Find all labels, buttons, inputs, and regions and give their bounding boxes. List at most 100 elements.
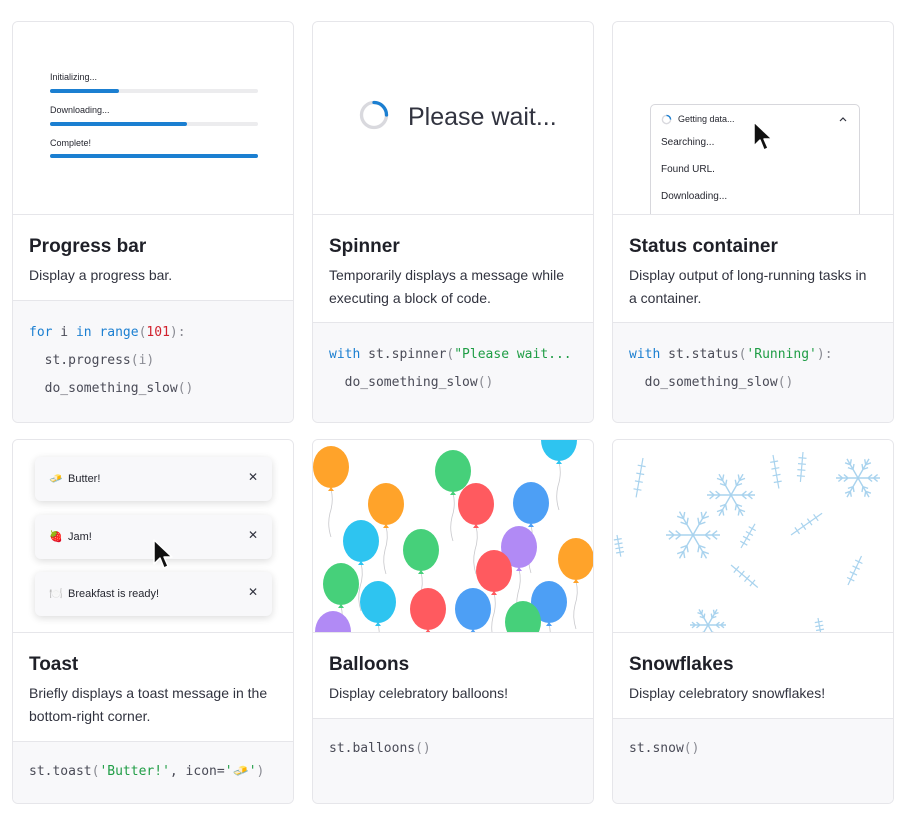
code-token: ): (816, 347, 833, 362)
code-token: "Please wait... (454, 347, 572, 362)
progress-track (50, 154, 258, 158)
snowflake-icon (666, 511, 720, 559)
progress-fill (50, 154, 258, 158)
progress-label: Downloading... (50, 105, 110, 115)
spinner-icon (359, 100, 389, 130)
snowflake-streak-icon (790, 512, 823, 536)
code-token: in (75, 325, 92, 340)
code-token: do_something_slow (29, 381, 178, 396)
status-header: Getting data... (678, 114, 735, 124)
balloon-string (450, 492, 455, 542)
balloon (410, 588, 446, 630)
butter-icon: 🧈 (49, 473, 63, 485)
code-token: st.progress (29, 353, 131, 368)
progress-label: Complete! (50, 138, 92, 148)
card-progress-bar[interactable]: Initializing... Downloading... Complete!… (12, 21, 294, 423)
toast-message: 🧈 Butter! ✕ (35, 457, 272, 501)
status-item: Searching... (661, 137, 715, 148)
card-title: Progress bar (29, 236, 147, 257)
code-token: , icon= (169, 764, 225, 779)
balloon (315, 611, 351, 632)
plate-icon: 🍽️ (49, 588, 63, 600)
code-token: (i) (130, 353, 155, 368)
card-status-container[interactable]: Getting data... Searching... Found URL. … (612, 21, 894, 423)
snowflake-streak-icon (730, 564, 759, 588)
balloon (558, 538, 593, 580)
cursor-icon (753, 121, 773, 151)
card-description: Display output of long-running tasks in … (629, 267, 867, 306)
code-token: st.snow (629, 741, 684, 756)
code-snippet: st.toast('Butter!', icon='🧈') (13, 741, 293, 803)
progress-preview: Initializing... Downloading... Complete! (13, 22, 293, 215)
balloon (323, 563, 359, 605)
snowflake-icon (836, 458, 880, 498)
code-token: st.spinner (360, 347, 447, 362)
card-spinner[interactable]: Please wait... Spinner Temporarily displ… (312, 21, 594, 423)
snowflake-streak-icon (814, 617, 825, 632)
card-balloons[interactable]: Balloons Display celebratory balloons! s… (312, 439, 594, 804)
code-token: 'Running' (746, 347, 817, 362)
balloon (313, 446, 349, 488)
spinner-preview: Please wait... (313, 22, 593, 215)
code-token: st.status (660, 347, 739, 362)
card-description: Display a progress bar. (29, 267, 173, 283)
code-token: with (629, 347, 661, 362)
card-title: Spinner (329, 236, 400, 257)
status-preview: Getting data... Searching... Found URL. … (613, 22, 893, 215)
code-snippet: st.balloons() (313, 718, 593, 803)
cursor-icon (153, 539, 173, 569)
balloon-string (383, 525, 388, 575)
code-token: 101 (146, 325, 170, 340)
balloon-string (556, 461, 561, 511)
card-snowflakes[interactable]: Snowflakes Display celebratory snowflake… (612, 439, 894, 804)
code-snippet: for i in range(101): st.progress(i) do_s… (13, 300, 293, 422)
toast-text: Jam! (68, 531, 92, 543)
balloon (435, 450, 471, 492)
balloon (368, 483, 404, 525)
snowflake-icon (690, 609, 726, 632)
snowflake-streak-icon (770, 454, 782, 489)
toast-text: Breakfast is ready! (68, 588, 160, 600)
balloon-string (328, 488, 333, 538)
chevron-up-icon (839, 117, 847, 122)
status-item: Downloading... (661, 191, 728, 202)
code-token: () (477, 375, 494, 390)
card-description: Briefly displays a toast message in the … (29, 685, 268, 724)
code-token: for (29, 325, 53, 340)
card-description: Temporarily displays a message while exe… (329, 267, 564, 306)
toast-message: 🍽️ Breakfast is ready! ✕ (35, 572, 272, 616)
code-token: '🧈' (224, 764, 257, 779)
progress-label: Initializing... (50, 72, 98, 82)
balloon (513, 482, 549, 524)
code-token: () (415, 741, 431, 756)
status-spinner-icon (661, 114, 672, 125)
close-icon[interactable]: ✕ (248, 528, 258, 542)
card-title: Status container (629, 236, 778, 257)
balloon (458, 483, 494, 525)
code-token: do_something_slow (629, 375, 778, 390)
spinner-text: Please wait... (408, 103, 557, 131)
snowflake-streak-icon (613, 534, 625, 557)
code-snippet: with st.spinner("Please wait... do_somet… (313, 322, 593, 422)
card-toast[interactable]: 🧈 Butter! ✕ 🍓 Jam! ✕ 🍽️ Breakfast is rea… (12, 439, 294, 804)
code-token: 'Butter!' (99, 764, 170, 779)
close-icon[interactable]: ✕ (248, 470, 258, 484)
snowflake-streak-icon (796, 451, 807, 482)
code-token: do_something_slow (329, 375, 478, 390)
strawberry-icon: 🍓 (49, 531, 63, 543)
code-snippet: st.snow() (613, 718, 893, 803)
code-token: () (177, 381, 194, 396)
balloons-preview (313, 440, 593, 633)
snowflake-icon (707, 473, 755, 517)
card-title: Snowflakes (629, 654, 734, 675)
close-icon[interactable]: ✕ (248, 585, 258, 599)
toast-text: Butter! (68, 473, 101, 485)
snowflakes-illustration (613, 451, 880, 632)
code-token: with (329, 347, 361, 362)
snowflakes-preview (613, 440, 893, 633)
code-token: ) (256, 764, 265, 779)
balloon (541, 440, 577, 461)
snowflake-streak-icon (633, 457, 646, 498)
snowflake-streak-icon (740, 523, 756, 549)
progress-fill (50, 122, 188, 126)
